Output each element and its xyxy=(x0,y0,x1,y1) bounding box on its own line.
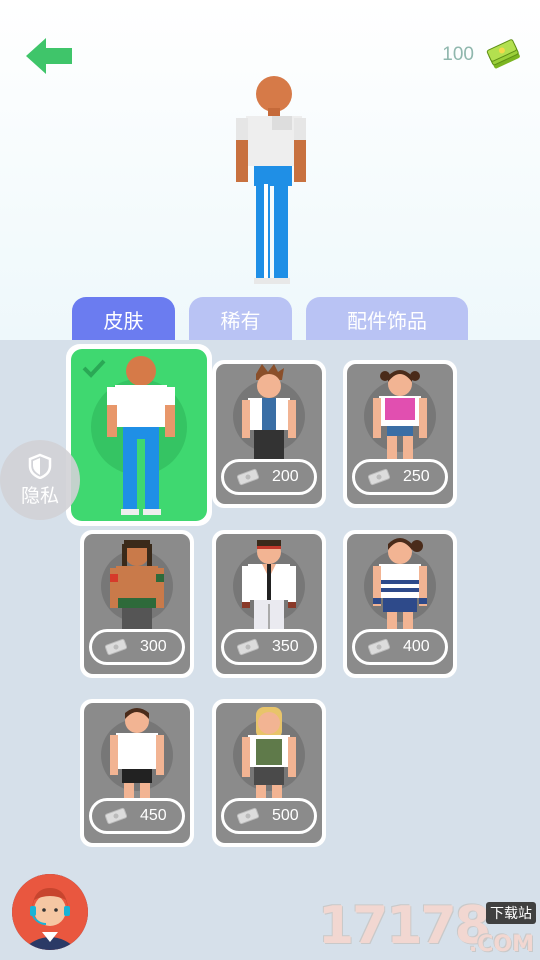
character-preview: 100 xyxy=(0,0,540,340)
card-background: 450 xyxy=(84,703,190,843)
price-label: 400 xyxy=(403,638,430,655)
price-pill: 350 xyxy=(221,629,317,665)
card-background: 300 xyxy=(84,534,190,674)
support-agent-icon xyxy=(12,874,88,950)
ponytail-girl-character xyxy=(373,538,427,630)
card-background: 250 xyxy=(347,364,453,504)
tab-accessories[interactable]: 配件饰品 xyxy=(306,297,468,341)
price-label: 350 xyxy=(272,638,299,655)
cash-icon xyxy=(367,638,391,656)
skin-card-250[interactable]: 250 xyxy=(343,360,457,508)
price-label: 200 xyxy=(272,468,299,485)
card-background xyxy=(71,349,207,521)
price-label: 250 xyxy=(403,468,430,485)
blonde-girl-character xyxy=(242,707,296,799)
watermark-number: 17178 xyxy=(318,896,491,956)
dreadlocks-character xyxy=(110,540,164,630)
karate-character xyxy=(242,540,296,630)
card-background: 350 xyxy=(216,534,322,674)
price-pill: 500 xyxy=(221,798,317,834)
casual-man-character xyxy=(110,708,164,799)
tab-skin[interactable]: 皮肤 xyxy=(72,297,175,341)
privacy-button[interactable]: 隐私 xyxy=(0,440,80,520)
price-label: 300 xyxy=(140,638,167,655)
card-background: 500 xyxy=(216,703,322,843)
price-pill: 300 xyxy=(89,629,185,665)
skin-card-350[interactable]: 350 xyxy=(212,530,326,678)
tab-rare[interactable]: 稀有 xyxy=(189,297,292,341)
back-arrow-icon[interactable] xyxy=(24,36,74,76)
skin-card-200[interactable]: 200 xyxy=(212,360,326,508)
cash-stack-icon xyxy=(486,39,520,69)
skin-card-450[interactable]: 450 xyxy=(80,699,194,847)
customer-service-avatar[interactable] xyxy=(12,874,88,950)
price-pill: 450 xyxy=(89,798,185,834)
site-watermark: 17178 下载站 .COM xyxy=(318,896,540,960)
cash-icon xyxy=(236,807,260,825)
price-pill: 200 xyxy=(221,459,317,495)
player-character xyxy=(236,76,306,284)
default-skin-character xyxy=(107,356,175,515)
cash-icon xyxy=(104,807,128,825)
privacy-label: 隐私 xyxy=(20,484,59,507)
spiky-hair-character xyxy=(242,364,296,460)
watermark-badge: 下载站 xyxy=(486,902,536,924)
cash-icon xyxy=(104,638,128,656)
cash-icon xyxy=(236,638,260,656)
coin-count: 100 xyxy=(442,44,474,65)
price-label: 500 xyxy=(272,807,299,824)
skin-card-300[interactable]: 300 xyxy=(80,530,194,678)
cash-icon xyxy=(367,468,391,486)
skin-card-selected[interactable] xyxy=(66,344,212,526)
watermark-suffix: .COM xyxy=(468,932,534,957)
pink-top-girl-character xyxy=(373,370,427,460)
skin-card-400[interactable]: 400 xyxy=(343,530,457,678)
card-background: 200 xyxy=(216,364,322,504)
skin-card-500[interactable]: 500 xyxy=(212,699,326,847)
price-label: 450 xyxy=(140,807,167,824)
price-pill: 250 xyxy=(352,459,448,495)
card-background: 400 xyxy=(347,534,453,674)
shield-icon xyxy=(28,453,52,479)
price-pill: 400 xyxy=(352,629,448,665)
cash-icon xyxy=(236,468,260,486)
